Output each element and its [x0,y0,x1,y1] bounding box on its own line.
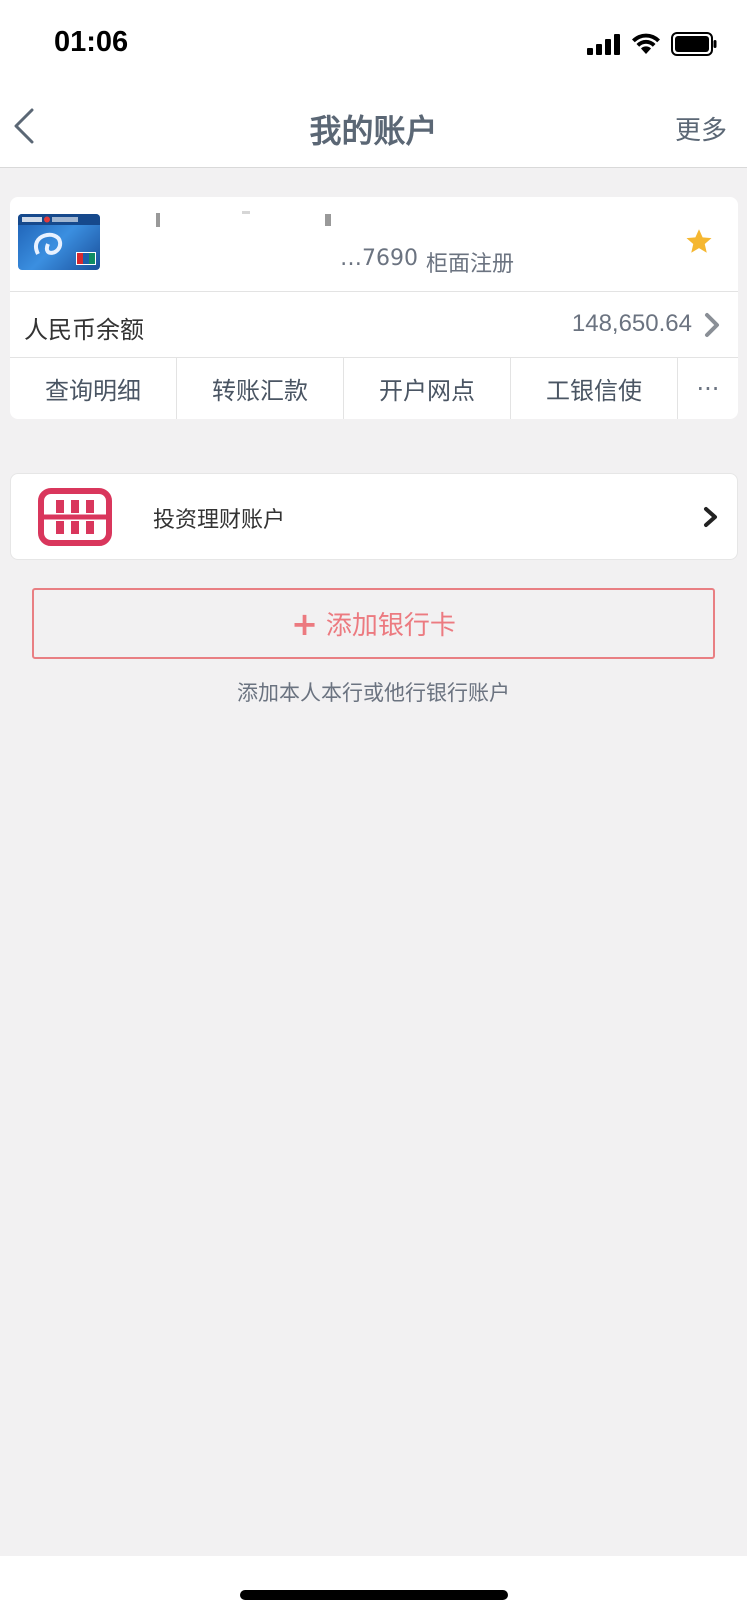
bank-card-image [18,214,100,270]
battery-icon [671,32,717,56]
bottom-safe-area [0,1556,747,1616]
messenger-button[interactable]: 工银信使 [511,358,678,419]
more-actions-button[interactable]: ··· [678,358,738,419]
more-button[interactable]: 更多 [675,110,727,147]
investment-account-label: 投资理财账户 [153,508,286,533]
navigation-bar: 我的账户 更多 [0,86,747,168]
bank-card-logo-icon [18,214,100,265]
masked-account-name [150,211,350,231]
chevron-right-icon [705,313,719,337]
add-bank-card-label: 添加银行卡 [325,611,456,641]
status-time: 01:06 [54,26,129,58]
add-bank-card-button[interactable]: + 添加银行卡 [32,588,715,659]
balance-value: 148,650.64 [571,310,692,337]
registration-type: 柜面注册 [426,252,515,277]
branch-button[interactable]: 开户网点 [344,358,511,419]
status-icons [587,32,717,56]
query-details-button[interactable]: 查询明细 [10,358,177,419]
account-actions: 查询明细 转账汇款 开户网点 工银信使 ··· [10,358,738,419]
abacus-icon [38,488,112,546]
account-header[interactable]: …7690 柜面注册 [10,197,738,292]
plus-icon: + [291,604,318,643]
cellular-signal-icon [587,34,620,55]
chevron-right-icon [704,507,717,527]
account-card: …7690 柜面注册 人民币余额 148,650.64 查询明细 转账汇款 开户… [10,197,738,419]
account-number: …7690 [340,246,418,271]
favorite-star-icon[interactable] [684,227,714,257]
investment-account-row[interactable]: 投资理财账户 [10,473,738,560]
transfer-button[interactable]: 转账汇款 [177,358,344,419]
add-card-hint: 添加本人本行或他行银行账户 [237,681,510,705]
status-bar: 01:06 [0,0,747,86]
balance-row[interactable]: 人民币余额 148,650.64 [10,292,738,358]
page-title: 我的账户 [309,112,438,150]
home-indicator[interactable] [240,1590,508,1600]
balance-label: 人民币余额 [24,316,144,344]
wifi-icon [632,33,660,54]
